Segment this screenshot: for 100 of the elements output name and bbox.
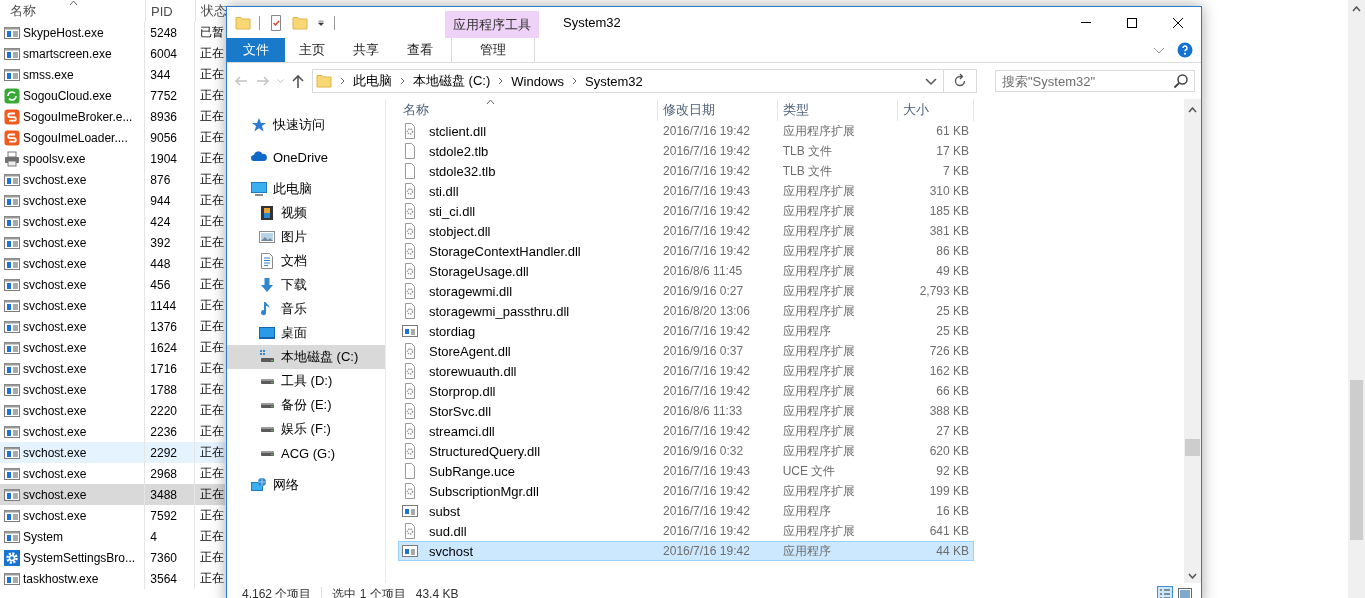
search-field[interactable]: 搜索"System32" — [995, 70, 1195, 92]
process-row[interactable]: svchost.exe 1376 正在 — [0, 316, 225, 337]
nav-item[interactable]: 网络 — [227, 473, 385, 497]
file-row[interactable]: StoreAgent.dll 2016/9/16 0:37 应用程序扩展 726 KB — [398, 341, 974, 361]
file-row[interactable]: stobject.dll 2016/7/16 19:42 应用程序扩展 381 KB — [398, 221, 974, 241]
process-row[interactable]: SogouImeBroker.e... 8936 正在 — [0, 106, 225, 127]
nav-item[interactable]: 视频 — [227, 201, 385, 225]
status-cell: 正在 — [200, 66, 225, 83]
file-row[interactable]: StorSvc.dll 2016/8/6 11:33 应用程序扩展 388 KB — [398, 401, 974, 421]
process-row[interactable]: smss.exe 344 正在 — [0, 64, 225, 85]
type-cell-text: 应用程序扩展 — [781, 182, 856, 200]
column-header[interactable]: 大小 — [898, 99, 974, 121]
process-row[interactable]: svchost.exe 7592 正在 — [0, 505, 225, 526]
status-cell: 正在 — [200, 150, 225, 167]
breadcrumb[interactable]: Windows — [511, 73, 565, 89]
pid-cell: 6004 — [150, 46, 178, 61]
file-row[interactable]: StorageContextHandler.dll 2016/7/16 19:42 应用程序扩展 86 KB — [398, 241, 974, 261]
file-row[interactable]: SubRange.uce 2016/7/16 19:43 UCE 文件 92 KB — [398, 461, 974, 481]
column-header[interactable]: 修改日期 — [658, 99, 778, 121]
column-header[interactable]: PID — [145, 0, 195, 22]
file-row[interactable]: svchost 2016/7/16 19:42 应用程序 44 KB — [398, 541, 974, 561]
status-cell: 正在 — [200, 213, 225, 230]
breadcrumb[interactable]: System32 — [585, 73, 643, 89]
nav-item[interactable]: 桌面 — [227, 321, 385, 345]
nav-item[interactable]: 此电脑 — [227, 177, 385, 201]
process-name: SogouImeLoader.... — [23, 130, 128, 145]
address-bar[interactable]: 此电脑 本地磁盘 (C:) Windows System32 — [312, 69, 977, 93]
date-cell-text: 2016/8/20 13:06 — [662, 304, 751, 318]
process-row[interactable]: SogouCloud.exe 7752 正在 — [0, 85, 225, 106]
ribbon-tab[interactable]: 查看 — [393, 38, 447, 62]
nav-item[interactable]: 娱乐 (F:) — [227, 417, 385, 441]
process-row[interactable]: smartscreen.exe 6004 正在 — [0, 43, 225, 64]
size-cell-text: 86 KB — [935, 244, 970, 258]
file-row[interactable]: stclient.dll 2016/7/16 19:42 应用程序扩展 61 KB — [398, 121, 974, 141]
column-header[interactable]: 类型 — [778, 99, 898, 121]
file-row[interactable]: subst 2016/7/16 19:42 应用程序 16 KB — [398, 501, 974, 521]
process-row[interactable]: svchost.exe 944 正在 — [0, 190, 225, 211]
nav-item[interactable]: OneDrive — [227, 145, 385, 169]
process-name: svchost.exe — [23, 466, 87, 481]
process-row[interactable]: taskhostw.exe 3564 正在 — [0, 568, 225, 589]
file-row[interactable]: storewuauth.dll 2016/7/16 19:42 应用程序扩展 162 KB — [398, 361, 974, 381]
process-row[interactable]: svchost.exe 2220 正在 — [0, 400, 225, 421]
nav-item[interactable]: 备份 (E:) — [227, 393, 385, 417]
ribbon-tab[interactable]: 管理 — [451, 38, 535, 62]
status-cell: 正在 — [200, 276, 225, 293]
file-name: storagewmi.dll — [428, 283, 513, 299]
file-row[interactable]: sti_ci.dll 2016/7/16 19:42 应用程序扩展 185 KB — [398, 201, 974, 221]
process-row[interactable]: svchost.exe 2292 正在 — [0, 442, 225, 463]
file-row[interactable]: stordiag 2016/7/16 19:42 应用程序 25 KB — [398, 321, 974, 341]
breadcrumb[interactable]: 本地磁盘 (C:) — [413, 72, 491, 90]
breadcrumb[interactable]: 此电脑 — [353, 72, 392, 90]
pid-cell: 2220 — [150, 403, 178, 418]
process-row[interactable]: SkypeHost.exe 5248 已暂 — [0, 22, 225, 43]
file-row[interactable]: storagewmi.dll 2016/9/16 0:27 应用程序扩展 2,793 KB — [398, 281, 974, 301]
file-row[interactable]: sti.dll 2016/7/16 19:43 应用程序扩展 310 KB — [398, 181, 974, 201]
process-name: SogouCloud.exe — [23, 88, 112, 103]
column-header[interactable]: 名称 — [0, 2, 145, 20]
process-row[interactable]: svchost.exe 3488 正在 — [0, 484, 225, 505]
process-row[interactable]: svchost.exe 456 正在 — [0, 274, 225, 295]
file-row[interactable]: SubscriptionMgr.dll 2016/7/16 19:42 应用程序扩展 199 KB — [398, 481, 974, 501]
process-row[interactable]: svchost.exe 424 正在 — [0, 211, 225, 232]
size-cell-text: 162 KB — [928, 364, 970, 378]
process-row[interactable]: spoolsv.exe 1904 正在 — [0, 148, 225, 169]
process-row[interactable]: svchost.exe 1788 正在 — [0, 379, 225, 400]
nav-item[interactable]: 图片 — [227, 225, 385, 249]
ribbon-tab[interactable]: 文件 — [227, 38, 285, 62]
pid-cell: 1788 — [150, 382, 178, 397]
nav-item[interactable]: 音乐 — [227, 297, 385, 321]
file-row[interactable]: sud.dll 2016/7/16 19:42 应用程序扩展 641 KB — [398, 521, 974, 541]
process-row[interactable]: svchost.exe 1144 正在 — [0, 295, 225, 316]
file-row[interactable]: streamci.dll 2016/7/16 19:42 应用程序扩展 27 KB — [398, 421, 974, 441]
file-row[interactable]: stdole32.tlb 2016/7/16 19:42 TLB 文件 7 KB — [398, 161, 974, 181]
nav-item[interactable]: 文档 — [227, 249, 385, 273]
process-row[interactable]: svchost.exe 392 正在 — [0, 232, 225, 253]
file-row[interactable]: StructuredQuery.dll 2016/9/16 0:32 应用程序扩展 620 KB — [398, 441, 974, 461]
process-row[interactable]: SogouImeLoader.... 9056 正在 — [0, 127, 225, 148]
nav-item[interactable]: 下载 — [227, 273, 385, 297]
nav-item[interactable]: 本地磁盘 (C:) — [227, 345, 385, 369]
nav-item[interactable]: 工具 (D:) — [227, 369, 385, 393]
type-cell-text: 应用程序扩展 — [781, 262, 856, 280]
column-header[interactable]: 名称 — [398, 99, 658, 121]
file-name: storewuauth.dll — [428, 363, 517, 379]
process-row[interactable]: svchost.exe 448 正在 — [0, 253, 225, 274]
type-cell-text: 应用程序扩展 — [781, 382, 856, 400]
file-row[interactable]: stdole2.tlb 2016/7/16 19:42 TLB 文件 17 KB — [398, 141, 974, 161]
file-row[interactable]: storagewmi_passthru.dll 2016/8/20 13:06 应用程序扩展 25 KB — [398, 301, 974, 321]
process-row[interactable]: System 4 正在 — [0, 526, 225, 547]
ribbon-tab[interactable]: 共享 — [339, 38, 393, 62]
file-row[interactable]: Storprop.dll 2016/7/16 19:42 应用程序扩展 66 KB — [398, 381, 974, 401]
file-name: SubRange.uce — [428, 463, 515, 479]
nav-item[interactable]: 快速访问 — [227, 113, 385, 137]
nav-item[interactable]: ACG (G:) — [227, 441, 385, 465]
ribbon-tab[interactable]: 主页 — [285, 38, 339, 62]
pid-cell: 3488 — [150, 487, 178, 502]
process-row[interactable]: svchost.exe 1716 正在 — [0, 358, 225, 379]
process-row[interactable]: SystemSettingsBro... 7360 正在 — [0, 547, 225, 568]
process-row[interactable]: svchost.exe 876 正在 — [0, 169, 225, 190]
type-cell-text: 应用程序扩展 — [781, 202, 856, 220]
process-row[interactable]: svchost.exe 1624 正在 — [0, 337, 225, 358]
file-row[interactable]: StorageUsage.dll 2016/8/6 11:45 应用程序扩展 49 KB — [398, 261, 974, 281]
